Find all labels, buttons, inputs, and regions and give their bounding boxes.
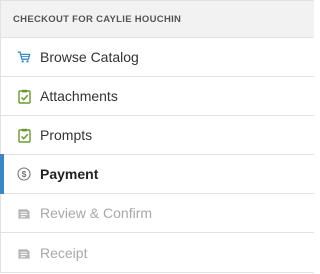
document-icon <box>17 245 31 261</box>
step-browse-catalog[interactable]: Browse Catalog <box>1 38 314 77</box>
step-label: Receipt <box>40 245 88 261</box>
clipboard-check-icon <box>17 88 31 104</box>
step-label: Attachments <box>40 88 118 104</box>
step-review-confirm: Review & Confirm <box>1 194 314 233</box>
document-icon <box>17 205 31 221</box>
active-step-indicator <box>0 154 4 194</box>
panel-title: CHECKOUT FOR CAYLIE HOUCHIN <box>1 1 314 38</box>
shopping-cart-icon <box>17 49 31 65</box>
step-label: Review & Confirm <box>40 205 153 221</box>
checkout-steps-panel: CHECKOUT FOR CAYLIE HOUCHIN Browse Catal… <box>0 0 314 273</box>
step-label: Browse Catalog <box>40 49 139 65</box>
clipboard-check-icon <box>17 127 31 143</box>
step-label: Payment <box>40 166 99 182</box>
svg-text:$: $ <box>22 169 27 179</box>
step-attachments[interactable]: Attachments <box>1 77 314 116</box>
step-label: Prompts <box>40 127 93 143</box>
step-prompts[interactable]: Prompts <box>1 116 314 155</box>
step-receipt: Receipt <box>1 233 314 273</box>
dollar-circle-icon: $ <box>17 166 31 182</box>
step-payment[interactable]: $ Payment <box>0 154 314 194</box>
